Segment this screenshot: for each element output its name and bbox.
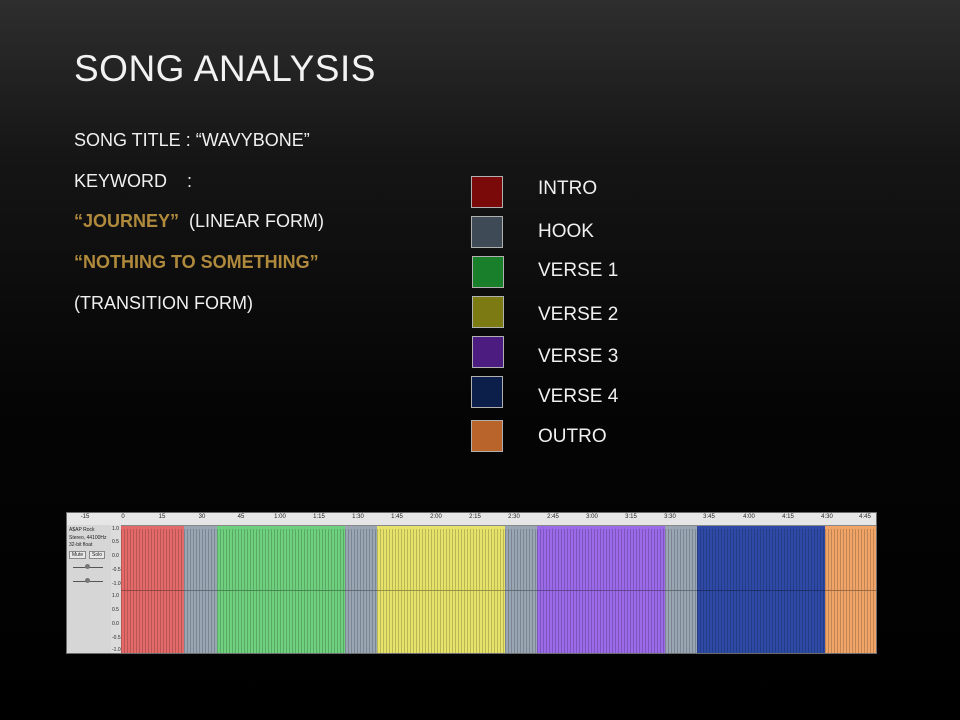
legend-label-verse-3: VERSE 3 — [538, 346, 619, 367]
legend-swatch-verse-1 — [472, 256, 504, 288]
ruler-tick: 1:30 — [352, 514, 364, 520]
ruler-tick: 1:45 — [391, 514, 403, 520]
segment-outro[interactable] — [825, 526, 876, 653]
ruler-tick: 15 — [158, 514, 166, 520]
legend-swatch-outro — [471, 420, 503, 452]
ruler-tick: 3:00 — [586, 514, 598, 520]
audio-track-screenshot: -15 0 15 30 45 1:00 1:15 1:30 1:45 2:00 … — [66, 512, 877, 654]
segment-hook[interactable] — [345, 526, 377, 653]
ruler-tick: -15 — [80, 514, 90, 520]
segment-verse-1[interactable] — [217, 526, 345, 653]
ruler-tick: 3:45 — [703, 514, 715, 520]
ruler-tick: 30 — [198, 514, 206, 520]
segment-hook[interactable] — [184, 526, 217, 653]
segment-verse-2[interactable] — [377, 526, 505, 653]
keyword-line: KEYWORD : — [74, 171, 193, 191]
ruler-tick: 2:15 — [469, 514, 481, 520]
pan-slider-knob-icon[interactable] — [85, 578, 90, 583]
legend-swatch-hook — [471, 216, 503, 248]
legend-swatch-verse-3 — [472, 336, 504, 368]
segment-hook[interactable] — [665, 526, 697, 653]
ruler-tick: 2:00 — [430, 514, 442, 520]
legend-label-verse-4: VERSE 4 — [538, 386, 619, 407]
mute-button[interactable]: Mute — [69, 551, 87, 559]
gain-slider-knob-icon[interactable] — [85, 564, 90, 569]
legend-label-outro: OUTRO — [538, 426, 607, 447]
slide-title: SONG ANALYSIS — [74, 48, 376, 89]
ruler-tick: 4:45 — [859, 514, 871, 520]
scale-label: -1.0 — [112, 647, 121, 653]
scale-label: 0.5 — [112, 539, 119, 545]
scale-label: 0.5 — [112, 607, 119, 613]
scale-label: -1.0 — [112, 581, 121, 587]
segment-intro[interactable] — [121, 526, 184, 653]
legend-label-verse-2: VERSE 2 — [538, 304, 619, 325]
solo-button[interactable]: Solo — [89, 551, 106, 559]
ruler-tick: 0 — [121, 514, 125, 520]
track-control-panel: A$AP Rock Stereo, 44100Hz 32-bit float M… — [67, 525, 112, 653]
nothing-to-something-line: “NOTHING TO SOMETHING” — [74, 252, 319, 272]
track-name[interactable]: A$AP Rock — [69, 527, 94, 533]
scale-label: -0.5 — [112, 567, 121, 573]
legend-label-intro: INTRO — [538, 178, 598, 199]
segment-verse-4[interactable] — [697, 526, 825, 653]
track-info-rate: Stereo, 44100Hz — [69, 535, 107, 541]
scale-label: 1.0 — [112, 526, 119, 532]
journey-line: “JOURNEY” (LINEAR FORM) — [74, 211, 324, 232]
legend-swatch-intro — [471, 176, 503, 208]
track-info-format: 32-bit float — [69, 542, 93, 548]
segment-verse-3[interactable] — [537, 526, 665, 653]
journey-form: (LINEAR FORM) — [179, 211, 325, 231]
scale-label: 0.0 — [112, 553, 119, 559]
legend-swatch-verse-2 — [472, 296, 504, 328]
ruler-tick: 3:30 — [664, 514, 676, 520]
legend-swatch-verse-4 — [471, 376, 503, 408]
ruler-tick: 2:30 — [508, 514, 520, 520]
segment-hook[interactable] — [505, 526, 537, 653]
ruler-tick: 1:00 — [274, 514, 286, 520]
scale-label: 0.0 — [112, 621, 119, 627]
ruler-tick: 2:45 — [547, 514, 559, 520]
ruler-tick: 4:30 — [821, 514, 833, 520]
legend-label-hook: HOOK — [538, 221, 594, 242]
scale-label: 1.0 — [112, 593, 119, 599]
timeline-ruler[interactable]: -15 0 15 30 45 1:00 1:15 1:30 1:45 2:00 … — [67, 513, 876, 526]
legend-label-verse-1: VERSE 1 — [538, 260, 619, 281]
transition-form-line: (TRANSITION FORM) — [74, 293, 253, 313]
journey-quote: “JOURNEY” — [74, 211, 180, 231]
song-title-line: SONG TITLE : “WAVYBONE” — [74, 130, 310, 150]
ruler-tick: 4:15 — [782, 514, 794, 520]
ruler-tick: 4:00 — [743, 514, 755, 520]
scale-label: -0.5 — [112, 635, 121, 641]
ruler-tick: 45 — [237, 514, 245, 520]
ruler-tick: 1:15 — [313, 514, 325, 520]
ruler-tick: 3:15 — [625, 514, 637, 520]
